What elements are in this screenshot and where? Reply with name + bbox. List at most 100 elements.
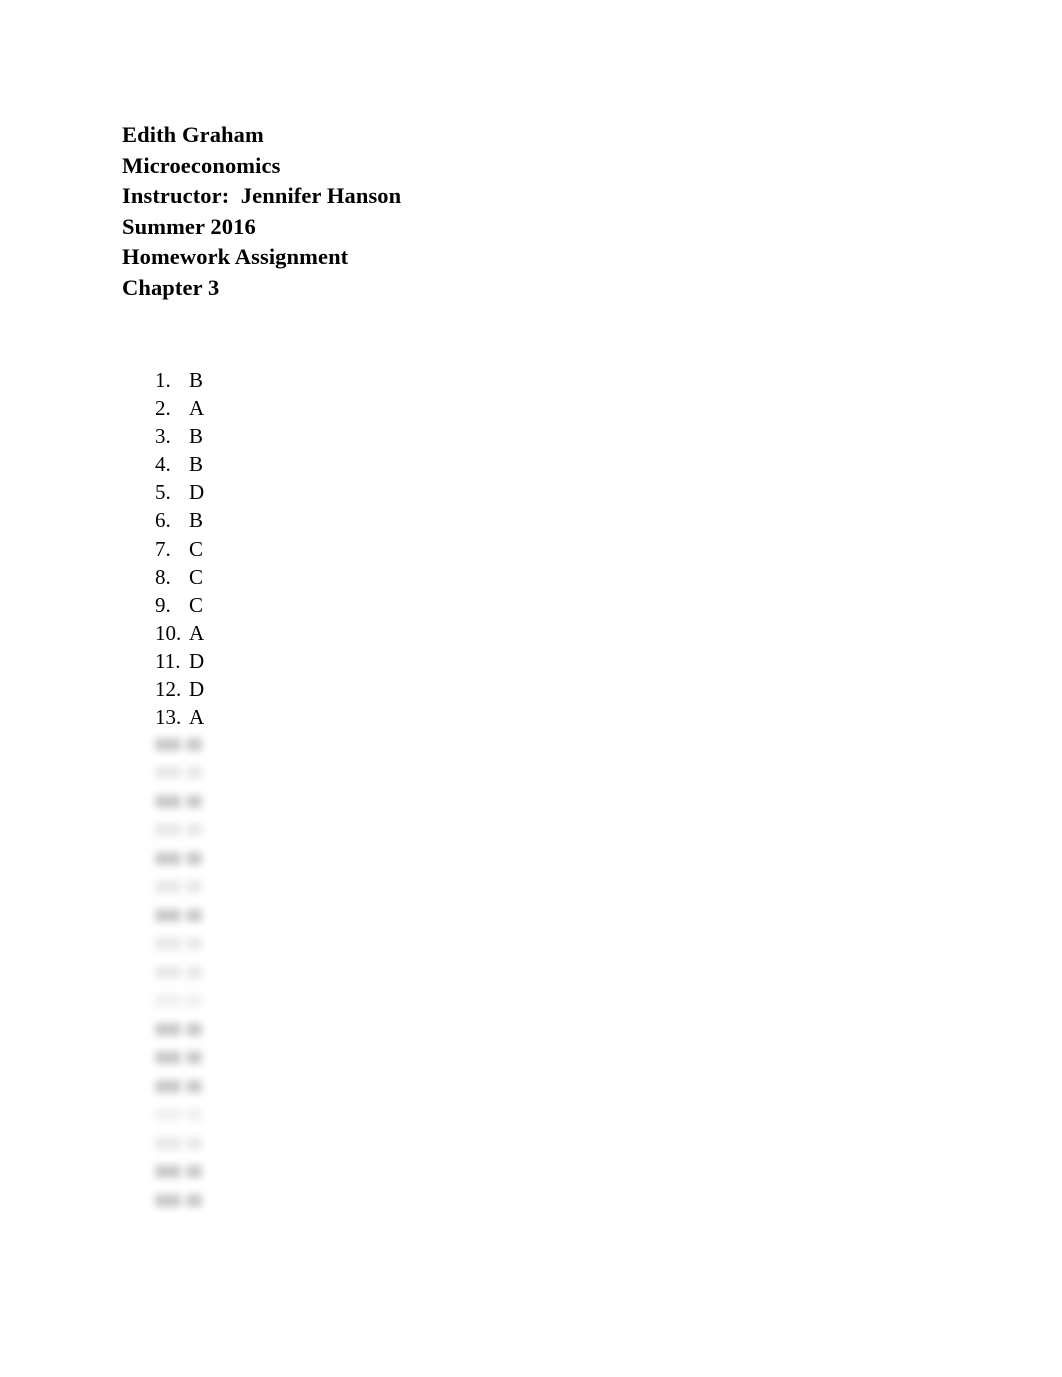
- answer-number: 11.: [155, 648, 181, 673]
- answer-value: B: [189, 368, 204, 392]
- header-line-assignment: Homework Assignment: [122, 244, 349, 269]
- answer-number: 9.: [155, 592, 171, 617]
- redacted-answer-bar: [186, 965, 202, 979]
- redacted-line: [155, 873, 575, 902]
- redacted-line: [155, 759, 575, 788]
- answer-value: D: [189, 677, 205, 702]
- redacted-number-bar: [155, 1051, 181, 1065]
- redacted-line: [155, 1129, 575, 1158]
- redacted-preview-region: [155, 730, 575, 1215]
- redacted-number-bar: [155, 937, 181, 951]
- redacted-number-bar: [155, 1193, 181, 1207]
- answer-row: 12. D: [155, 675, 575, 703]
- redacted-number-bar: [155, 965, 181, 979]
- redacted-answer-bar: [186, 1165, 202, 1179]
- redacted-line: [155, 787, 575, 816]
- header-line-term: Summer 2016: [122, 213, 256, 239]
- answer-value: A: [189, 396, 205, 421]
- answer-number: 12.: [155, 677, 182, 702]
- answer-row: 4. B: [155, 450, 575, 478]
- answer-value: D: [189, 648, 205, 673]
- redacted-number-bar: [155, 823, 181, 837]
- answer-value: D: [189, 480, 205, 505]
- redacted-line: [155, 1101, 575, 1130]
- redacted-number-bar: [155, 1108, 181, 1122]
- redacted-line: [155, 1044, 575, 1073]
- answer-value: C: [189, 536, 204, 561]
- answer-number: 1.: [155, 368, 171, 392]
- answer-row: 7. C: [155, 535, 575, 563]
- redacted-line: [155, 930, 575, 959]
- redacted-answer-bar: [186, 823, 202, 837]
- redacted-number-bar: [155, 1022, 181, 1036]
- answer-number: 8.: [155, 564, 171, 589]
- answer-number: 5.: [155, 480, 171, 505]
- answer-row: 10. A: [155, 619, 575, 647]
- redacted-answer-bar: [186, 937, 202, 951]
- answer-row: 5. D: [155, 478, 575, 506]
- answer-value: B: [189, 508, 204, 533]
- redacted-answer-bar: [186, 1108, 202, 1122]
- answer-value: B: [189, 452, 204, 477]
- redacted-number-bar: [155, 880, 181, 894]
- answer-value: A: [189, 705, 205, 730]
- redacted-number-bar: [155, 1165, 181, 1179]
- header-line-instructor: Instructor: Jennifer Hanson: [122, 183, 402, 208]
- redacted-number-bar: [155, 766, 181, 780]
- document-header: Edith Graham Microeconomics Instructor: …: [122, 120, 822, 303]
- redacted-number-bar: [155, 794, 181, 808]
- redacted-answer-bar: [186, 737, 202, 751]
- redacted-answer-bar: [186, 794, 202, 808]
- header-line-chapter: Chapter 3: [122, 274, 220, 300]
- answer-value: A: [189, 620, 205, 645]
- answer-value: B: [189, 424, 204, 449]
- answer-row: 1. B: [155, 366, 575, 394]
- redacted-answer-bar: [186, 1193, 202, 1207]
- document-page: Edith Graham Microeconomics Instructor: …: [0, 0, 1062, 1377]
- answer-number: 2.: [155, 396, 171, 421]
- answer-value: C: [189, 564, 204, 589]
- redacted-line: [155, 816, 575, 845]
- header-line-student-name: Edith Graham: [122, 122, 264, 147]
- answer-number: 10.: [155, 620, 182, 645]
- redacted-number-bar: [155, 737, 181, 751]
- redacted-answer-bar: [186, 851, 202, 865]
- answer-number: 4.: [155, 452, 171, 477]
- redacted-number-bar: [155, 851, 181, 865]
- redacted-number-bar: [155, 1136, 181, 1150]
- redacted-line: [155, 1072, 575, 1101]
- redacted-answer-bar: [186, 766, 202, 780]
- redacted-line: [155, 1158, 575, 1187]
- answer-list: 1. B 2. A 3. B 4. B 5. D 6. B 7. C 8. C: [155, 366, 575, 731]
- header-line-course: Microeconomics: [122, 152, 281, 178]
- redacted-answer-bar: [186, 1051, 202, 1065]
- answer-row: 13. A: [155, 703, 575, 731]
- answer-number: 3.: [155, 424, 171, 449]
- redacted-answer-bar: [186, 880, 202, 894]
- redacted-answer-bar: [186, 1022, 202, 1036]
- answer-row: 2. A: [155, 394, 575, 422]
- redacted-answer-bar: [186, 1079, 202, 1093]
- answer-number: 13.: [155, 705, 182, 730]
- redacted-number-bar: [155, 994, 181, 1008]
- redacted-line: [155, 901, 575, 930]
- answer-row: 8. C: [155, 563, 575, 591]
- redacted-line: [155, 1015, 575, 1044]
- answer-number: 6.: [155, 508, 171, 533]
- answer-value: C: [189, 592, 204, 617]
- answer-row: 9. C: [155, 591, 575, 619]
- redacted-answer-bar: [186, 1136, 202, 1150]
- redacted-answer-bar: [186, 908, 202, 922]
- redacted-line: [155, 958, 575, 987]
- redacted-line: [155, 844, 575, 873]
- answer-number: 7.: [155, 536, 171, 561]
- answer-row: 3. B: [155, 422, 575, 450]
- redacted-number-bar: [155, 1079, 181, 1093]
- redacted-answer-bar: [186, 994, 202, 1008]
- answer-row: 11. D: [155, 647, 575, 675]
- answer-row: 6. B: [155, 506, 575, 534]
- redacted-line: [155, 1186, 575, 1215]
- redacted-line: [155, 730, 575, 759]
- redacted-line: [155, 987, 575, 1016]
- redacted-number-bar: [155, 908, 181, 922]
